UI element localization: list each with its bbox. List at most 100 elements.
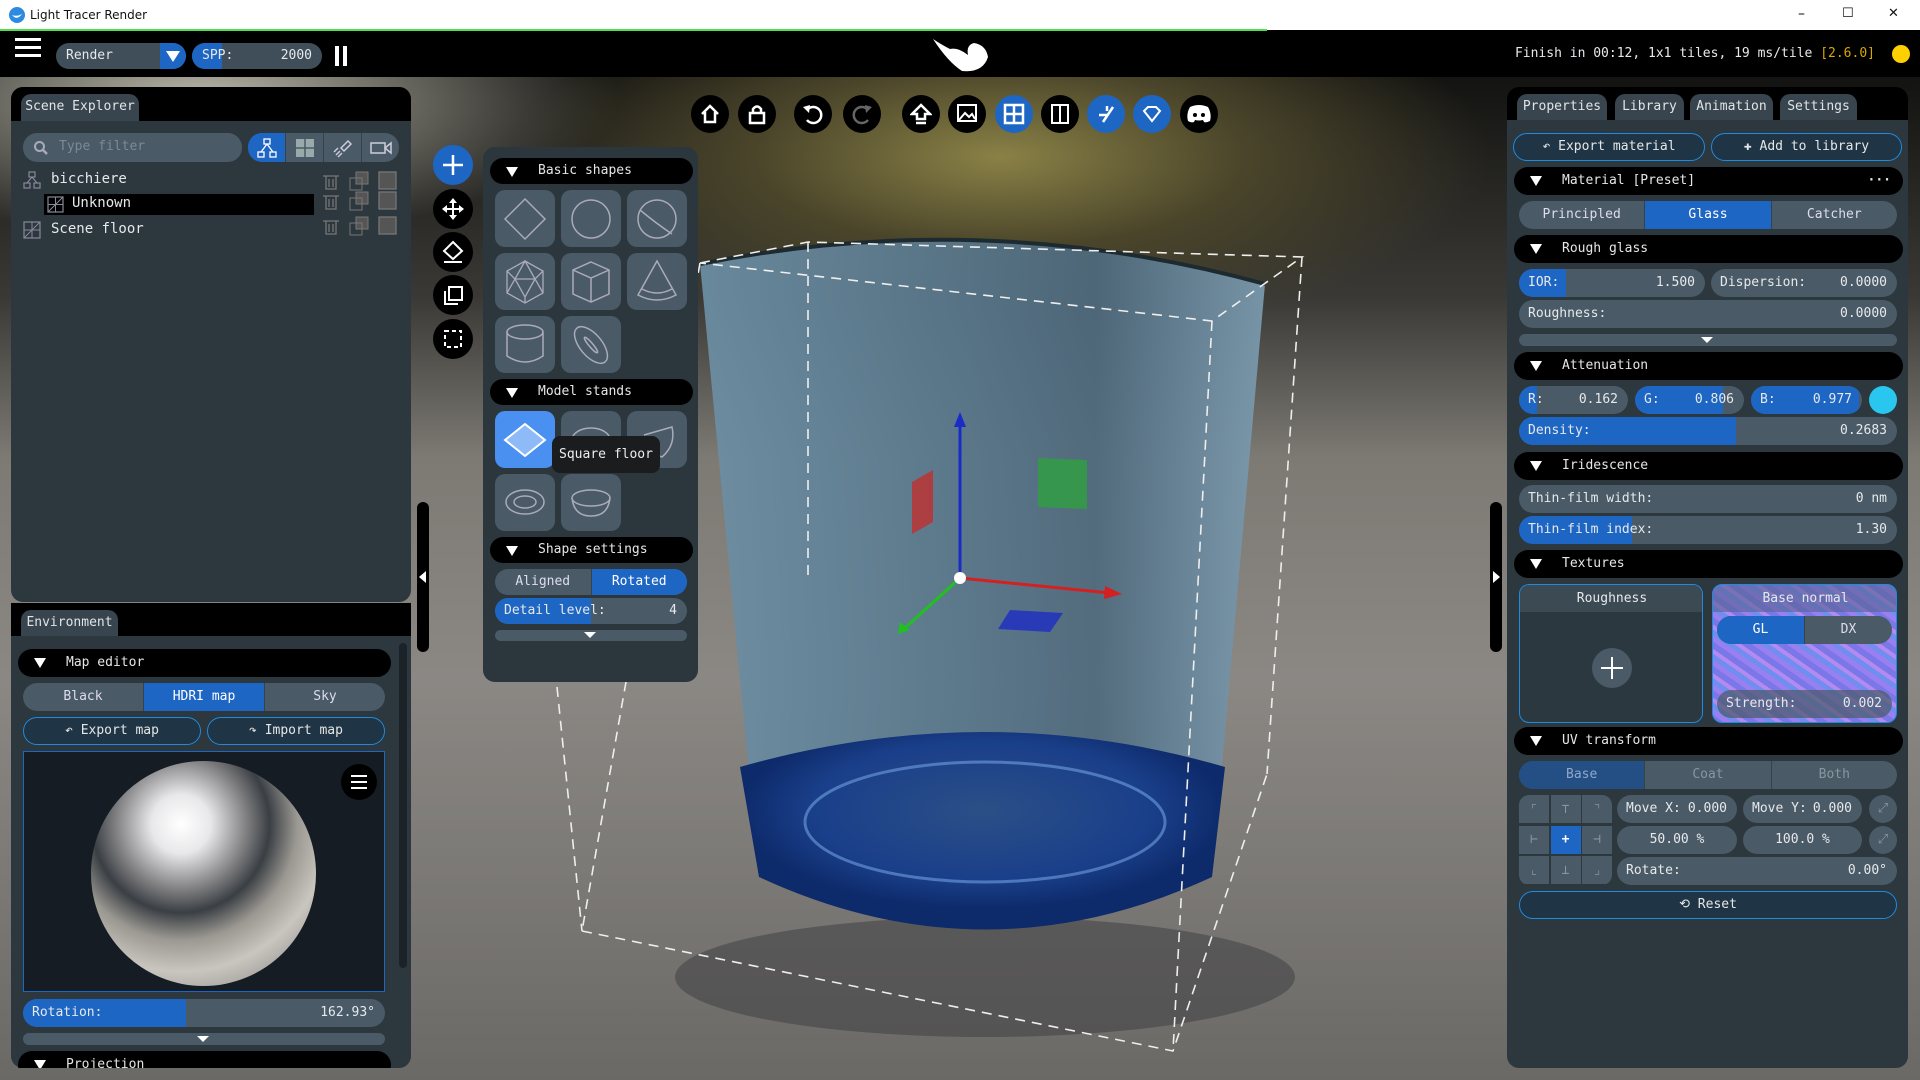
base-option[interactable]: Base: [1519, 761, 1646, 789]
tab-environment[interactable]: Environment: [21, 610, 118, 636]
move-y-input[interactable]: Move Y: 0.000: [1743, 795, 1862, 823]
reset-button[interactable]: ⟲ Reset: [1519, 891, 1897, 919]
uv-transform-header[interactable]: UV transform: [1514, 727, 1903, 755]
attenuation-g-slider[interactable]: G: 0.806: [1635, 386, 1744, 414]
scale-x-input[interactable]: 50.00 %: [1617, 826, 1737, 854]
left-panel-collapse-handle[interactable]: [417, 502, 429, 652]
tab-animation[interactable]: Animation: [1690, 94, 1773, 120]
lock-icon[interactable]: [738, 95, 776, 133]
glass-option[interactable]: Glass: [1645, 201, 1772, 229]
tab-properties[interactable]: Properties: [1517, 94, 1607, 120]
sky-option[interactable]: Sky: [265, 683, 385, 711]
grid-view-icon[interactable]: [995, 95, 1033, 133]
uv-target-toggle[interactable]: Base Coat Both: [1519, 761, 1897, 789]
iridescence-header[interactable]: Iridescence: [1514, 452, 1903, 480]
hierarchy-icon[interactable]: [248, 133, 286, 162]
filter-type-group[interactable]: [248, 133, 399, 162]
more-options-icon[interactable]: ···: [1868, 167, 1891, 195]
cone-shape-button[interactable]: [627, 253, 687, 310]
anchor-top-left-icon[interactable]: ⌜: [1519, 795, 1549, 823]
light-icon[interactable]: [1087, 95, 1125, 133]
maximize-button[interactable]: ☐: [1842, 6, 1854, 21]
bowl-stand-button[interactable]: [561, 474, 621, 531]
anchor-center-icon[interactable]: +: [1550, 825, 1581, 854]
minimize-button[interactable]: –: [1798, 6, 1805, 22]
diamond-icon[interactable]: [1133, 95, 1171, 133]
uv-anchor-grid[interactable]: ⌜ ⊤ ⌝ ⊢ + ⊣ ⌞ ⊥ ⌟: [1519, 795, 1612, 885]
split-view-icon[interactable]: [1041, 95, 1079, 133]
textures-header[interactable]: Textures: [1514, 550, 1903, 578]
redo-icon[interactable]: [843, 95, 881, 133]
image-icon[interactable]: [948, 95, 986, 133]
pause-icon[interactable]: [335, 46, 347, 66]
hdri-map-option[interactable]: HDRI map: [144, 683, 265, 711]
gl-option[interactable]: GL: [1717, 616, 1805, 644]
rotate-input[interactable]: Rotate: 0.00°: [1617, 857, 1897, 885]
filter-input[interactable]: Type filter: [23, 133, 242, 162]
link-scale-icon[interactable]: ⤢: [1869, 826, 1897, 854]
material-type-toggle[interactable]: Principled Glass Catcher: [1519, 201, 1897, 229]
attenuation-b-slider[interactable]: B: 0.977: [1751, 386, 1862, 414]
right-panel-collapse-handle[interactable]: [1490, 502, 1502, 652]
add-texture-icon[interactable]: [1592, 648, 1632, 688]
camera-icon[interactable]: [362, 133, 399, 162]
orientation-toggle[interactable]: Aligned Rotated: [495, 569, 687, 595]
roughness-slider[interactable]: Roughness: 0.0000: [1519, 300, 1897, 328]
link-move-icon[interactable]: ⤢: [1869, 795, 1897, 823]
icosahedron-shape-button[interactable]: [495, 253, 555, 310]
discord-icon[interactable]: [1180, 95, 1218, 133]
undo-icon[interactable]: [794, 95, 832, 133]
base-normal-texture-slot[interactable]: Base normal GL DX Strength: 0.002: [1712, 584, 1897, 723]
anchor-bottom-right-icon[interactable]: ⌟: [1582, 856, 1612, 884]
thin-film-width-slider[interactable]: Thin-film width: 0 nm: [1519, 485, 1897, 513]
anchor-right-icon[interactable]: ⊣: [1582, 825, 1612, 854]
both-option[interactable]: Both: [1772, 761, 1897, 789]
export-map-button[interactable]: ↶ Export map: [23, 717, 201, 745]
material-header[interactable]: Material [Preset] ···: [1514, 167, 1903, 195]
add-object-button[interactable]: [433, 145, 473, 185]
tab-settings[interactable]: Settings: [1780, 94, 1857, 120]
anchor-left-icon[interactable]: ⊢: [1519, 825, 1549, 854]
anchor-bottom-left-icon[interactable]: ⌞: [1519, 856, 1549, 884]
projection-header[interactable]: Projection: [18, 1051, 391, 1068]
circle-shape-button[interactable]: [561, 190, 621, 247]
anchor-top-right-icon[interactable]: ⌝: [1582, 795, 1612, 823]
hamburger-menu-icon[interactable]: [15, 38, 41, 58]
drop-to-floor-icon[interactable]: [433, 232, 473, 272]
duplicate-icon[interactable]: [433, 275, 473, 315]
rotated-option[interactable]: Rotated: [591, 569, 687, 595]
export-material-button[interactable]: ↶ Export material: [1513, 133, 1705, 161]
torus-shape-button[interactable]: [561, 316, 621, 373]
expand-button[interactable]: [23, 1033, 385, 1045]
scale-y-input[interactable]: 100.0 %: [1743, 826, 1862, 854]
catcher-option[interactable]: Catcher: [1772, 201, 1897, 229]
rough-glass-header[interactable]: Rough glass: [1514, 235, 1903, 263]
map-editor-header[interactable]: Map editor: [18, 649, 391, 677]
attenuation-r-slider[interactable]: R: 0.162: [1519, 386, 1628, 414]
spp-input[interactable]: SPP: 2000: [192, 43, 322, 69]
sphere-shape-button[interactable]: [627, 190, 687, 247]
expand-button[interactable]: [495, 630, 687, 641]
ior-slider[interactable]: IOR: 1.500: [1519, 269, 1705, 297]
import-map-button[interactable]: ↷ Import map: [207, 717, 385, 745]
principled-option[interactable]: Principled: [1519, 201, 1646, 229]
tab-library[interactable]: Library: [1615, 94, 1684, 120]
cube-shape-button[interactable]: [561, 253, 621, 310]
move-tool-icon[interactable]: [433, 189, 473, 229]
lights-icon[interactable]: [324, 133, 362, 162]
environment-mode-toggle[interactable]: Black HDRI map Sky: [23, 683, 385, 711]
move-x-input[interactable]: Move X: 0.000: [1617, 795, 1737, 823]
detail-level-slider[interactable]: Detail level: 4: [495, 598, 687, 624]
preview-menu-button[interactable]: [341, 764, 377, 800]
basic-shapes-header[interactable]: Basic shapes: [490, 158, 693, 184]
coat-option[interactable]: Coat: [1645, 761, 1772, 789]
tree-item-unknown[interactable]: Unknown: [44, 194, 314, 215]
tab-scene-explorer[interactable]: Scene Explorer: [21, 94, 139, 121]
attenuation-color-swatch[interactable]: [1869, 386, 1897, 414]
square-floor-button[interactable]: [495, 411, 555, 468]
dispersion-slider[interactable]: Dispersion: 0.0000: [1711, 269, 1897, 297]
dx-option[interactable]: DX: [1805, 616, 1892, 644]
expand-button[interactable]: [1519, 334, 1897, 346]
density-slider[interactable]: Density: 0.2683: [1519, 417, 1897, 445]
shape-settings-header[interactable]: Shape settings: [490, 537, 693, 563]
